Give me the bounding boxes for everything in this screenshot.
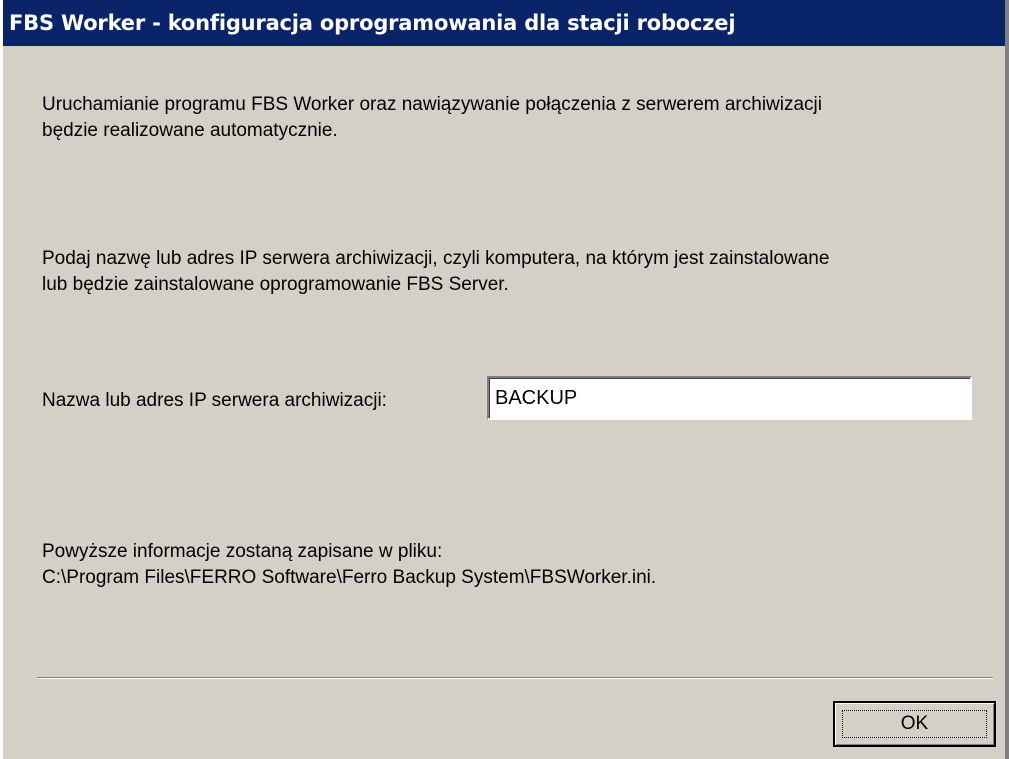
- ok-button-label: OK: [900, 713, 929, 734]
- window-title: FBS Worker - konfiguracja oprogramowania…: [9, 11, 736, 35]
- window-frame-left: [0, 0, 3, 759]
- window-frame-right: [1005, 0, 1009, 759]
- footer-separator: [37, 677, 993, 679]
- config-dialog: FBS Worker - konfiguracja oprogramowania…: [0, 0, 1009, 759]
- server-name-input[interactable]: [487, 376, 972, 420]
- server-instruction-text: Podaj nazwę lub adres IP serwera archiwi…: [42, 248, 830, 295]
- title-bar[interactable]: FBS Worker - konfiguracja oprogramowania…: [3, 0, 1005, 46]
- save-location-text: Powyższe informacje zostaną zapisane w p…: [42, 541, 657, 588]
- server-name-label: Nazwa lub adres IP serwera archiwizacji:: [42, 390, 387, 411]
- startup-info-text: Uruchamianie programu FBS Worker oraz na…: [42, 94, 823, 141]
- ok-button[interactable]: OK: [833, 701, 996, 747]
